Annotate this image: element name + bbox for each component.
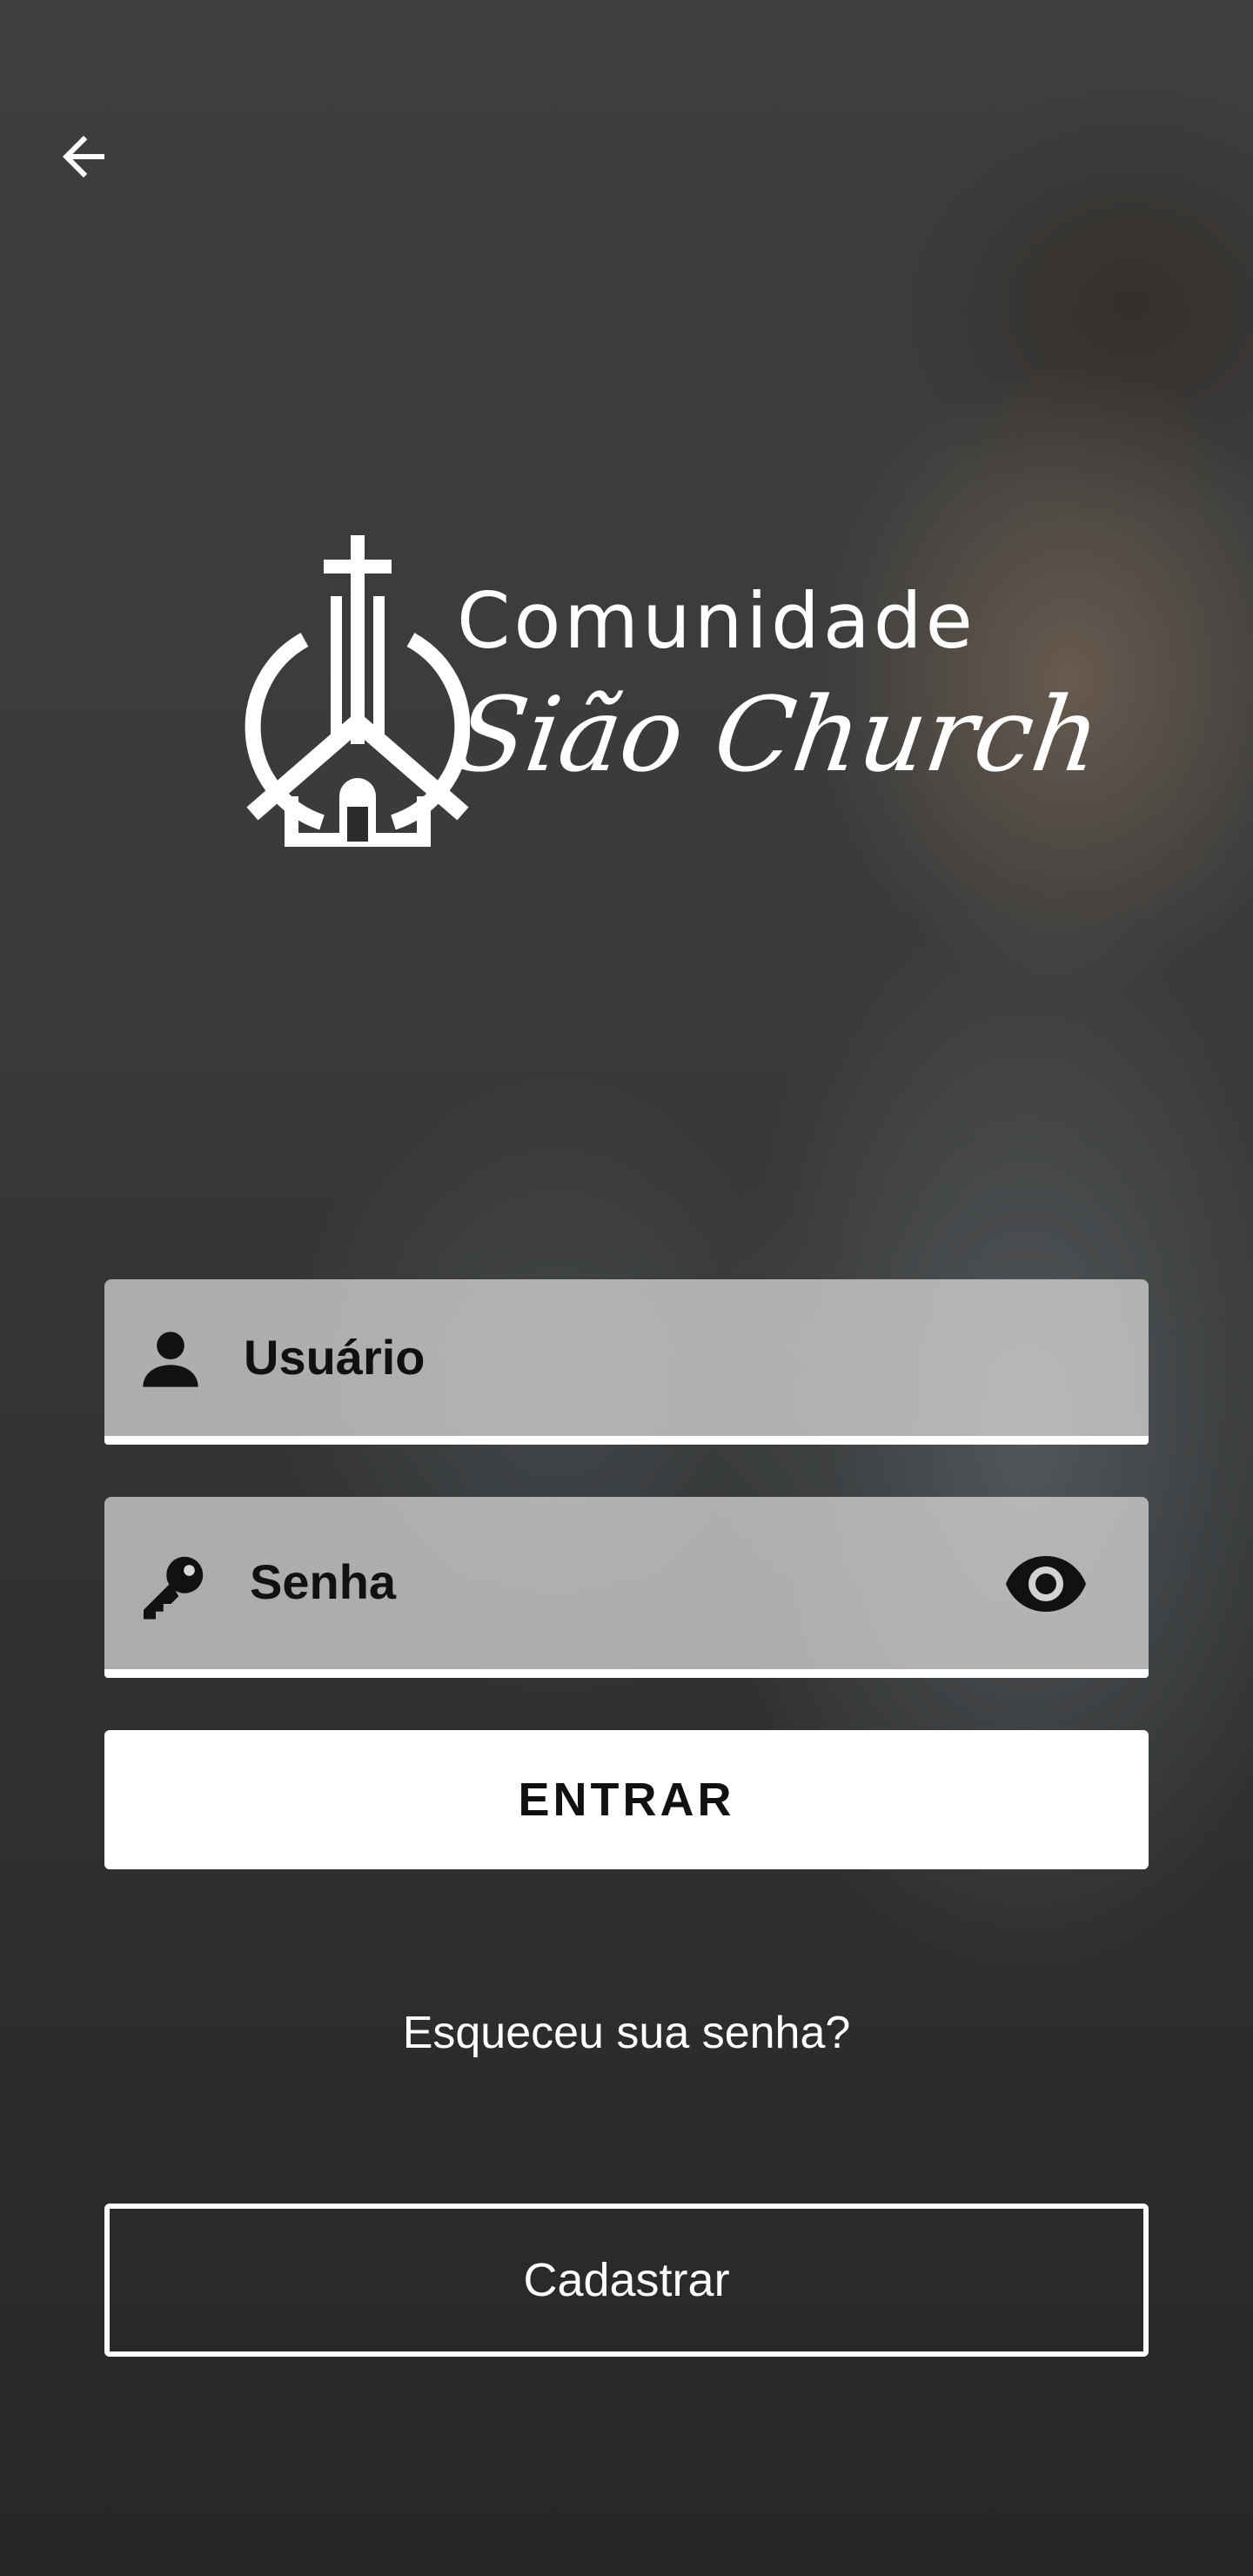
eye-icon[interactable] (1004, 1549, 1088, 1619)
church-logo: Comunidade Sião Church (244, 535, 1108, 849)
church-logo-icon (245, 535, 470, 847)
login-button[interactable]: ENTRAR (104, 1730, 1149, 1869)
logo-title-line2: Sião Church (448, 674, 1108, 795)
password-placeholder: Senha (250, 1554, 397, 1609)
back-button[interactable] (49, 122, 118, 191)
arrow-left-icon (63, 136, 104, 178)
user-icon (143, 1332, 198, 1387)
register-button[interactable]: Cadastrar (104, 2204, 1149, 2357)
logo-title-line1: Comunidade (457, 576, 976, 666)
username-field[interactable]: Usuário (104, 1279, 1149, 1445)
password-field[interactable]: Senha (104, 1497, 1149, 1678)
forgot-password-link[interactable]: Esqueceu sua senha? (0, 2007, 1253, 2059)
username-placeholder: Usuário (244, 1330, 425, 1385)
key-icon (144, 1556, 204, 1620)
